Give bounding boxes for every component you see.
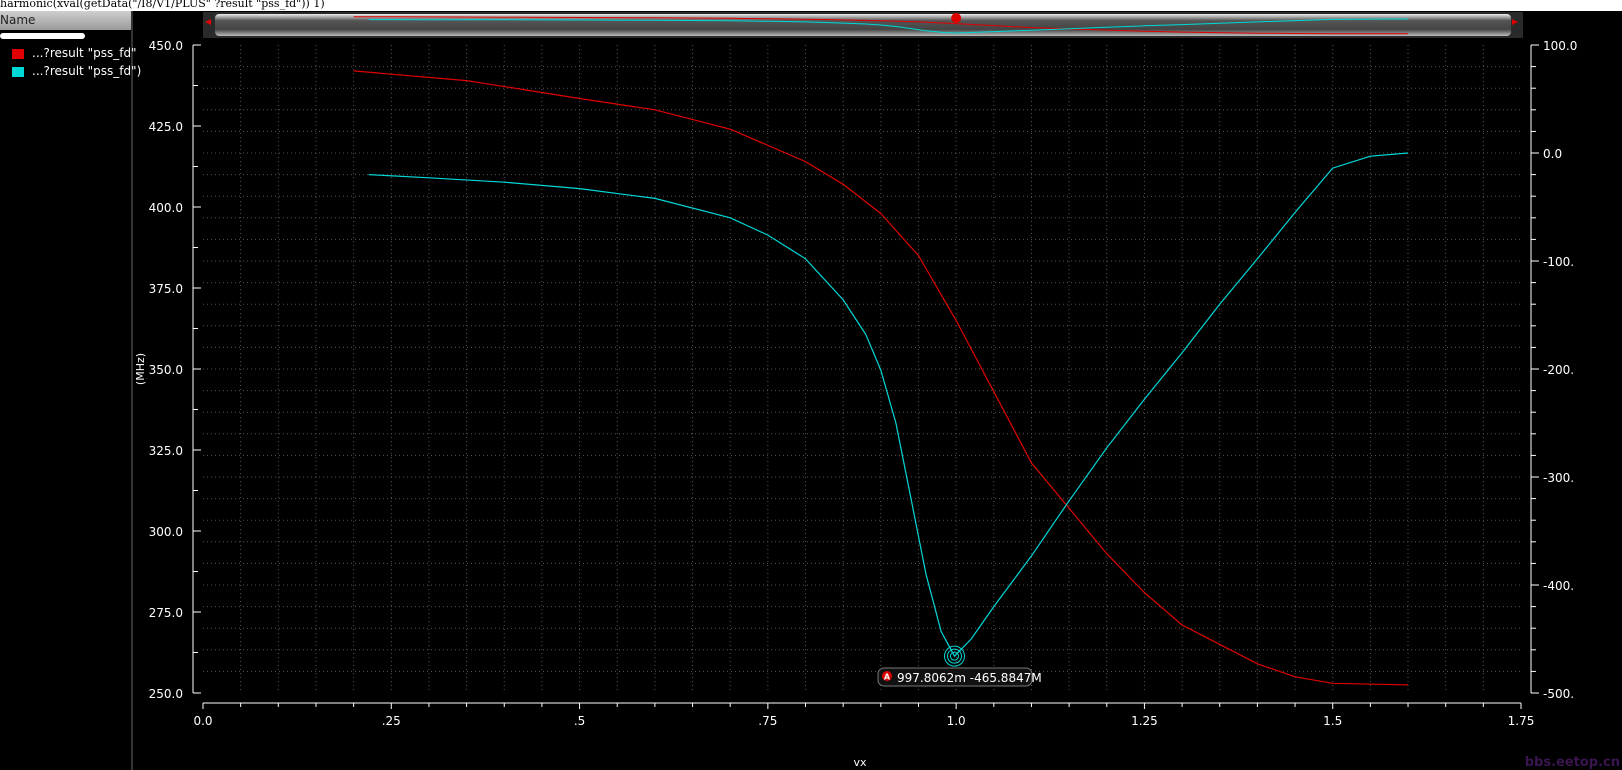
x-tick-label: 0.0 [193, 714, 212, 728]
watermark: bbs.eetop.cn [1524, 755, 1620, 770]
x-tick-label: .25 [382, 714, 401, 728]
x-tick-label: .75 [758, 714, 777, 728]
y-tick-label-right: -200. [1543, 363, 1574, 377]
marker-label: A 997.8062m -465.8847M [877, 667, 1042, 687]
x-axis-label: vx [853, 756, 867, 769]
x-tick-label: 1.25 [1131, 714, 1158, 728]
y-tick-label-right: -100. [1543, 255, 1574, 269]
x-tick-label: .5 [574, 714, 585, 728]
x-tick-label: 1.75 [1508, 714, 1535, 728]
y-tick-label-right: 0.0 [1543, 147, 1562, 161]
y-tick-label-left: 300.0 [149, 525, 183, 539]
overview-scroll-right-icon [1512, 19, 1518, 25]
y-tick-label-right: -500. [1543, 687, 1574, 701]
y-tick-label-left: 325.0 [149, 444, 183, 458]
x-tick-label: 1.5 [1323, 714, 1342, 728]
marker-value: 997.8062m -465.8847M [897, 671, 1042, 685]
y-tick-label-left: 450.0 [149, 39, 183, 53]
overview-marker-icon [951, 13, 962, 23]
y-tick-label-left: 400.0 [149, 201, 183, 215]
x-tick-label: 1.0 [947, 714, 966, 728]
y-tick-label-right: -400. [1543, 579, 1574, 593]
y-tick-label-left: 375.0 [149, 282, 183, 296]
y-tick-label-left: 425.0 [149, 120, 183, 134]
y-tick-label-right: -300. [1543, 471, 1574, 485]
overview-scroll-left-icon [205, 19, 211, 25]
y-tick-label-right: 100.0 [1543, 39, 1577, 53]
y-tick-label-left: 350.0 [149, 363, 183, 377]
marker-badge-letter: A [884, 673, 891, 682]
y-tick-label-left: 250.0 [149, 687, 183, 701]
y-axis-label: (MHz) [134, 353, 147, 385]
series-line-2 [368, 152, 1409, 658]
plot-area: 450.0 425.0 400.0 375.0 350.0 325.0 300.0 275.0… [134, 13, 1577, 769]
y-tick-label-left: 275.0 [149, 606, 183, 620]
